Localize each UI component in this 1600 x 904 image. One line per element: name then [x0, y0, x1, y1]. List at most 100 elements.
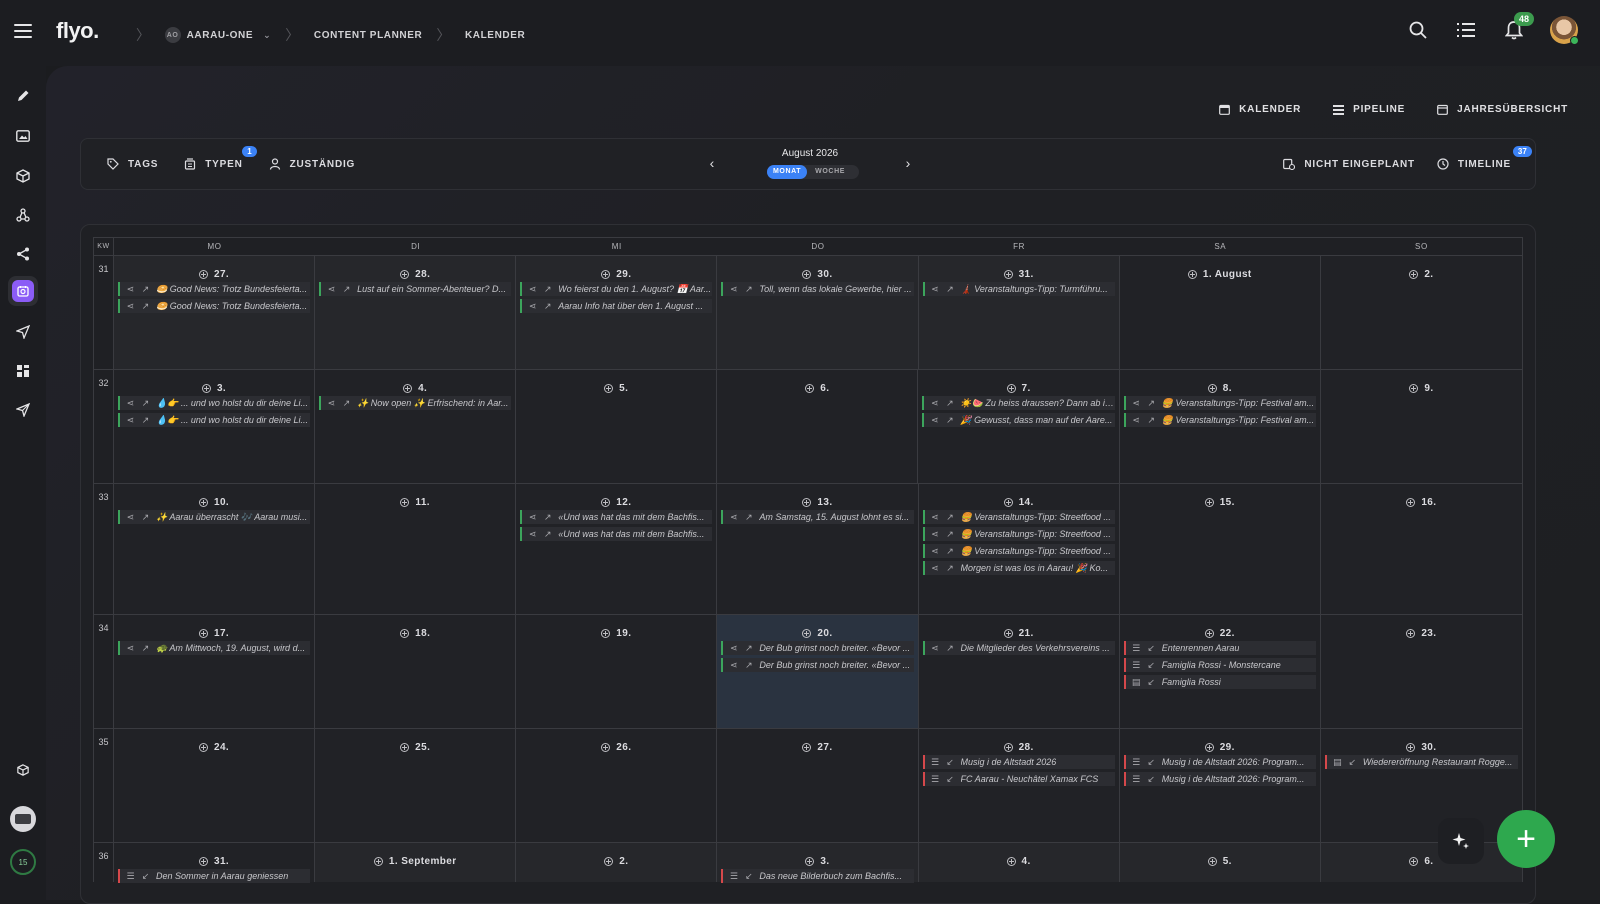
calendar-event[interactable]: ⋖ ↗ Der Bub grinst noch breiter. «Bevor ..…	[721, 658, 914, 672]
unplanned-button[interactable]: NICHT EINGEPLANT	[1283, 158, 1415, 170]
add-post-plus-icon[interactable]	[1406, 742, 1416, 752]
breadcrumb-content-planner[interactable]: CONTENT PLANNER	[314, 30, 422, 41]
pencil-icon[interactable]	[11, 84, 35, 108]
package-icon[interactable]	[11, 758, 35, 782]
add-post-plus-icon[interactable]	[601, 497, 611, 507]
user-avatar[interactable]	[1550, 16, 1579, 45]
progress-ring-badge[interactable]: 15	[10, 849, 36, 875]
day-cell[interactable]: 30. ▤ ↙ Wiedereröffnung Restaurant Rogge...	[1320, 729, 1522, 842]
search-icon[interactable]	[1406, 18, 1430, 42]
day-cell[interactable]: 25.	[315, 729, 517, 842]
day-cell[interactable]: 7. ⋖ ↗ ☀️🍉 Zu heiss draussen? Dann ab in...…	[918, 370, 1120, 483]
day-cell[interactable]: 27. ⋖ ↗ 🥯 Good News: Trotz Bundesfeierta...…	[113, 256, 316, 369]
add-post-plus-icon[interactable]	[805, 383, 815, 393]
day-cell[interactable]: 1. September	[315, 843, 517, 882]
add-post-plus-icon[interactable]	[802, 497, 812, 507]
day-cell[interactable]: 31. ⋖ ↗ 🗼 Veranstaltungs-Tipp: Turmführu...	[918, 256, 1120, 369]
tags-filter-button[interactable]: TAGS	[107, 158, 158, 170]
day-cell[interactable]: 6.	[1320, 843, 1522, 882]
add-post-plus-icon[interactable]	[601, 742, 611, 752]
calendar-event[interactable]: ⋖ ↗ 🥯 Good News: Trotz Bundesfeierta...	[117, 299, 311, 313]
add-post-plus-icon[interactable]	[400, 269, 410, 279]
task-list-icon[interactable]	[1454, 18, 1478, 42]
add-post-plus-icon[interactable]	[1003, 269, 1013, 279]
day-cell[interactable]: 5.	[516, 370, 718, 483]
dashboard-icon[interactable]	[11, 359, 35, 383]
calendar-event[interactable]: ⋖ ↗ 🗼 Veranstaltungs-Tipp: Turmführu...	[922, 282, 1115, 296]
calendar-event[interactable]: ☰ ↙ Musig i de Altstadt 2026: Program...	[1123, 772, 1316, 786]
day-cell[interactable]: 28. ⋖ ↗ Lust auf ein Sommer-Abenteuer? D...	[315, 256, 517, 369]
view-kalender[interactable]: KALENDER	[1219, 104, 1301, 115]
network-icon[interactable]	[11, 203, 35, 227]
day-cell[interactable]: 23.	[1320, 615, 1522, 728]
calendar-event[interactable]: ☰ ↙ Entenrennen Aarau	[1123, 641, 1316, 655]
add-post-plus-icon[interactable]	[1187, 269, 1197, 279]
day-cell[interactable]: 19.	[516, 615, 718, 728]
calendar-event[interactable]: ⋖ ↗ Wo feierst du den 1. August? 📅 Aar...	[520, 282, 713, 296]
calendar-event[interactable]: ⋖ ↗ Am Samstag, 15. August lohnt es si...	[721, 510, 914, 524]
menu-icon[interactable]	[14, 24, 32, 38]
day-cell[interactable]: 3. ⋖ ↗ 💧👉 ... und wo holst du dir deine Li.…	[113, 370, 316, 483]
cube-icon[interactable]	[11, 164, 35, 188]
types-filter-button[interactable]: TYPEN 1	[184, 146, 257, 170]
add-post-plus-icon[interactable]	[1204, 497, 1214, 507]
day-cell[interactable]: 1. August	[1119, 256, 1321, 369]
calendar-event[interactable]: ☰ ↙ Musig i de Altstadt 2026: Program...	[1123, 755, 1316, 769]
breadcrumb-kalender[interactable]: KALENDER	[465, 30, 525, 41]
calendar-event[interactable]: ⋖ ↗ «Und was hat das mit dem Bachfis...	[520, 527, 713, 541]
calendar-event[interactable]: ☰ ↙ Den Sommer in Aarau geniessen	[117, 869, 311, 883]
add-post-plus-icon[interactable]	[373, 856, 383, 866]
add-post-plus-icon[interactable]	[604, 383, 614, 393]
day-cell[interactable]: 18.	[315, 615, 517, 728]
day-cell[interactable]: 14. ⋖ ↗ 🍔 Veranstaltungs-Tipp: Streetfood .…	[918, 484, 1120, 614]
day-cell[interactable]: 26.	[516, 729, 718, 842]
day-cell[interactable]: 10. ⋖ ↗ ✨ Aarau überrascht 🎶 Aarau musi...	[113, 484, 316, 614]
next-month-chevron-icon[interactable]: ›	[901, 156, 915, 170]
add-post-plus-icon[interactable]	[199, 628, 208, 638]
view-jahresuebersicht[interactable]: JAHRESÜBERSICHT	[1437, 104, 1568, 115]
send-icon[interactable]	[11, 320, 35, 344]
day-cell[interactable]: 13. ⋖ ↗ Am Samstag, 15. August lohnt es si.…	[717, 484, 919, 614]
paper-plane-icon[interactable]	[11, 398, 35, 422]
calendar-event[interactable]: ⋖ ↗ Aarau Info hat über den 1. August ...	[520, 299, 713, 313]
timeline-button[interactable]: TIMELINE 37	[1437, 146, 1532, 170]
ai-sparkle-button[interactable]	[1438, 818, 1484, 864]
add-post-plus-icon[interactable]	[199, 742, 208, 752]
day-cell[interactable]: 12. ⋖ ↗ «Und was hat das mit dem Bachfis...…	[516, 484, 718, 614]
add-post-plus-icon[interactable]	[805, 856, 815, 866]
calendar-event[interactable]: ⋖ ↗ Der Bub grinst noch breiter. «Bevor ..…	[721, 641, 914, 655]
day-cell-today[interactable]: 20. ⋖ ↗ Der Bub grinst noch breiter. «Bevor…	[717, 615, 919, 728]
day-cell[interactable]: 29. ⋖ ↗ Wo feierst du den 1. August? 📅 Aar.…	[516, 256, 718, 369]
add-post-plus-icon[interactable]	[199, 856, 208, 866]
day-cell[interactable]: 16.	[1320, 484, 1522, 614]
calendar-event[interactable]: ⋖ ↗ 🍔 Veranstaltungs-Tipp: Streetfood ...	[922, 544, 1115, 558]
add-post-plus-icon[interactable]	[1406, 628, 1416, 638]
calendar-event[interactable]: ▤ ↙ Wiedereröffnung Restaurant Rogge...	[1324, 755, 1518, 769]
day-cell[interactable]: 31. ☰ ↙ Den Sommer in Aarau geniessen	[113, 843, 316, 883]
day-cell[interactable]: 11.	[315, 484, 517, 614]
add-post-plus-icon[interactable]	[1006, 383, 1016, 393]
day-cell[interactable]: 4. ⋖ ↗ ✨ Now open ✨ Erfrischend: in Aar...	[315, 370, 517, 483]
day-cell[interactable]: 5.	[1119, 843, 1321, 882]
day-cell[interactable]: 22. ☰ ↙ Entenrennen Aarau ☰ ↙ Famiglia Rossi -…	[1119, 615, 1321, 728]
add-post-plus-icon[interactable]	[1003, 742, 1013, 752]
add-post-plus-icon[interactable]	[802, 742, 812, 752]
calendar-event[interactable]: ⋖ ↗ Morgen ist was los in Aarau! 🎉 Ko...	[922, 561, 1115, 575]
add-post-plus-icon[interactable]	[1006, 856, 1016, 866]
day-cell[interactable]: 28. ☰ ↙ Musig i de Altstadt 2026 ☰ ↙ FC Aarau …	[918, 729, 1120, 842]
add-post-plus-icon[interactable]	[403, 383, 413, 393]
add-post-plus-icon[interactable]	[400, 628, 410, 638]
breadcrumb-workspace[interactable]: AO AARAU-ONE ⌄	[164, 27, 272, 43]
calendar-event[interactable]: ⋖ ↗ 🐢 Am Mittwoch, 19. August, wird d...	[117, 641, 311, 655]
add-post-plus-icon[interactable]	[1406, 497, 1416, 507]
app-logo[interactable]: flyo.	[56, 18, 99, 44]
add-post-plus-icon[interactable]	[1204, 628, 1214, 638]
add-post-plus-icon[interactable]	[604, 856, 614, 866]
calendar-event[interactable]: ⋖ ↗ 🍔 Veranstaltungs-Tipp: Streetfood ...	[922, 527, 1115, 541]
calendar-event[interactable]: ☰ ↙ FC Aarau - Neuchâtel Xamax FCS	[922, 772, 1115, 786]
add-post-plus-icon[interactable]	[400, 742, 410, 752]
day-cell[interactable]: 21. ⋖ ↗ Die Mitglieder des Verkehrsvereins …	[918, 615, 1120, 728]
folder-image-icon[interactable]	[11, 124, 35, 148]
add-post-plus-icon[interactable]	[1003, 497, 1013, 507]
add-post-plus-icon[interactable]	[1409, 383, 1419, 393]
